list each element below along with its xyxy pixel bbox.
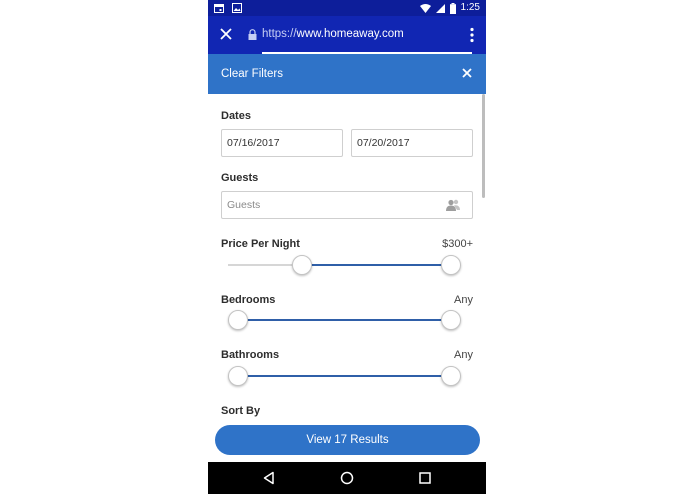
filter-panel[interactable]: Dates 07/16/2017 07/20/2017 Guests Guest… xyxy=(208,94,486,424)
guests-placeholder: Guests xyxy=(227,199,261,211)
browser-url-bar: https://www.homeaway.com xyxy=(208,16,486,54)
bathrooms-slider[interactable] xyxy=(228,366,461,386)
price-slider-range xyxy=(301,264,451,266)
bedrooms-max-handle[interactable] xyxy=(441,310,461,330)
back-icon[interactable] xyxy=(262,471,276,485)
bedrooms-label: Bedrooms xyxy=(221,294,276,306)
price-slider[interactable] xyxy=(228,255,461,275)
checkout-date-field[interactable]: 07/20/2017 xyxy=(351,129,473,157)
status-time: 1:25 xyxy=(460,2,480,13)
clear-filters-button[interactable]: Clear Filters xyxy=(221,68,283,80)
filter-header: Clear Filters xyxy=(208,54,486,94)
checkin-date-field[interactable]: 07/16/2017 xyxy=(221,129,343,157)
url-scheme: https:// xyxy=(262,28,297,40)
lock-icon xyxy=(248,29,257,40)
guests-icon xyxy=(446,199,460,211)
phone-screen: 1:25 https://www.homeaway.com Clear Filt… xyxy=(208,0,486,494)
bathrooms-min-handle[interactable] xyxy=(228,366,248,386)
url-host: www.homeaway.com xyxy=(296,28,404,40)
more-vert-icon[interactable] xyxy=(470,27,474,43)
wifi-icon xyxy=(419,3,431,13)
bathrooms-value: Any xyxy=(454,349,473,361)
scrollbar[interactable] xyxy=(482,94,485,198)
price-label: Price Per Night xyxy=(221,238,300,250)
signal-icon xyxy=(435,3,445,13)
guests-field[interactable]: Guests xyxy=(221,191,473,219)
home-icon[interactable] xyxy=(340,471,354,485)
bathrooms-max-handle[interactable] xyxy=(441,366,461,386)
close-icon[interactable] xyxy=(218,26,234,42)
recent-apps-icon[interactable] xyxy=(419,472,431,484)
image-icon xyxy=(232,3,242,13)
guests-label: Guests xyxy=(221,172,259,184)
view-results-button[interactable]: View 17 Results xyxy=(215,425,480,455)
status-bar: 1:25 xyxy=(208,0,486,16)
price-max-handle[interactable] xyxy=(441,255,461,275)
bedrooms-min-handle[interactable] xyxy=(228,310,248,330)
sort-by-label: Sort By xyxy=(221,405,261,417)
dates-label: Dates xyxy=(221,110,251,122)
price-min-handle[interactable] xyxy=(291,255,312,275)
battery-icon xyxy=(449,2,456,14)
bedrooms-value: Any xyxy=(454,294,473,306)
system-nav-bar xyxy=(208,462,486,494)
url-address[interactable]: https://www.homeaway.com xyxy=(262,28,404,40)
close-filters-icon[interactable] xyxy=(462,68,472,78)
bathrooms-slider-range xyxy=(238,375,451,377)
bedrooms-slider[interactable] xyxy=(228,310,461,330)
bathrooms-label: Bathrooms xyxy=(221,349,280,361)
bedrooms-slider-range xyxy=(238,319,451,321)
price-value: $300+ xyxy=(442,238,473,250)
calendar-icon xyxy=(214,4,224,13)
